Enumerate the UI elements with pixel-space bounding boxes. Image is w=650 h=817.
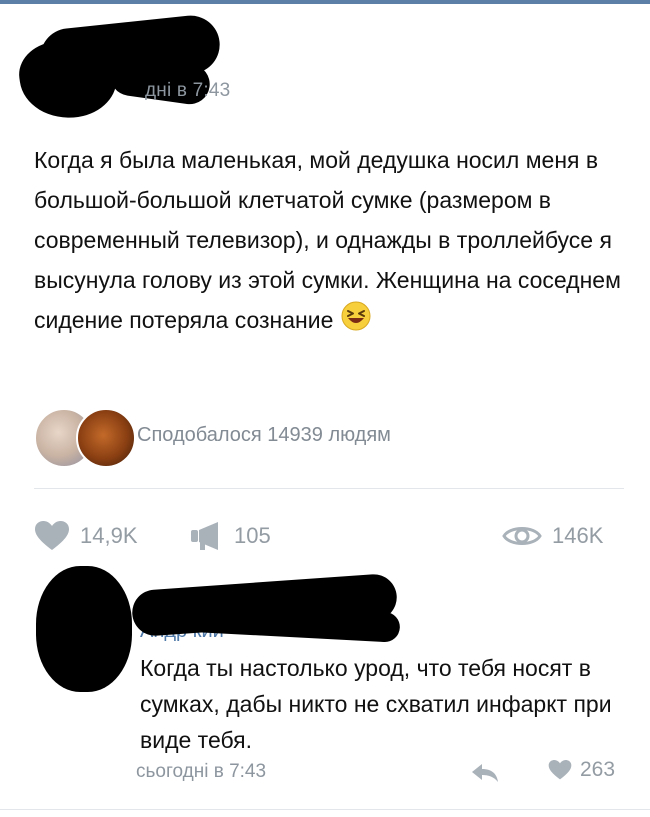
- top-accent-bar: [0, 0, 650, 4]
- reply-button[interactable]: [470, 762, 500, 789]
- megaphone-icon: [191, 522, 218, 550]
- like-count: 14,9K: [80, 523, 138, 548]
- liked-by-avatars[interactable]: [34, 408, 136, 468]
- heart-icon: [548, 760, 572, 780]
- comment-like-count: 263: [580, 758, 616, 781]
- comment-author-avatar[interactable]: [36, 566, 132, 692]
- views-indicator: 146K: [502, 520, 603, 552]
- laughing-face-emoji-icon: [341, 301, 371, 343]
- comment-text: Когда ты настолько урод, что тебя носят …: [140, 655, 612, 753]
- post-text-content: Когда я была маленькая, мой дедушка носи…: [34, 147, 621, 333]
- divider: [34, 488, 624, 489]
- liked-by-summary[interactable]: Сподобалося 14939 людям: [137, 424, 391, 447]
- eye-icon: [502, 527, 542, 545]
- views-count: 146K: [552, 523, 604, 548]
- like-button[interactable]: 14,9K: [34, 520, 138, 552]
- comment-like-button[interactable]: 263: [548, 758, 615, 782]
- liked-by-avatar: [76, 408, 136, 468]
- reply-arrow-icon: [472, 764, 498, 782]
- share-button[interactable]: 105: [190, 520, 271, 552]
- post-text: Когда я была маленькая, мой дедушка носи…: [34, 140, 634, 343]
- comment-timestamp: сьогодні в 7:43: [136, 761, 267, 782]
- post-timestamp: дні в 7:43: [145, 80, 231, 101]
- share-count: 105: [234, 523, 271, 548]
- divider: [0, 809, 650, 810]
- heart-icon: [35, 521, 69, 550]
